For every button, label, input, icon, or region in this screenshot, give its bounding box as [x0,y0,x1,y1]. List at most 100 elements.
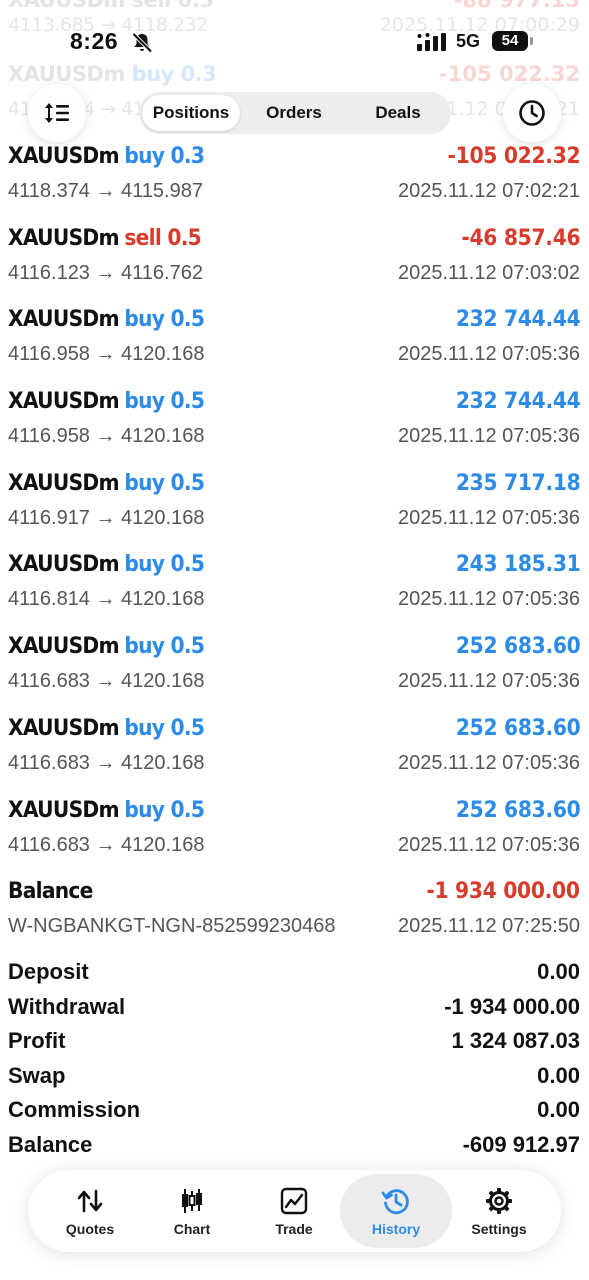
deal-time: 2025.11.12 07:05:36 [397,833,580,856]
summary-commission: Commission 0.00 [0,1095,589,1130]
tab-label: Chart [173,1221,211,1237]
bell-muted-icon [132,32,153,53]
tab-chart[interactable]: Chart [140,1170,244,1252]
deal-side: buy 0.3 [124,144,205,169]
signal-icon [417,33,446,51]
deal-prices: 4116.683 → 4120.168 [8,833,205,856]
summary-value: -1 934 000.00 [444,993,580,1019]
deal-side: buy 0.5 [124,307,205,333]
deal-prices: 4116.683 → 4120.168 [8,670,205,693]
tab-trade[interactable]: Trade [242,1170,346,1252]
deal-time: 2025.11.12 07:03:02 [397,261,580,284]
deal-symbol: XAUUSDm buy 0.5 [8,552,205,578]
status-time: 8:26 [70,28,119,54]
list-item[interactable]: XAUUSDm buy 0.3 -105 022.32 4118.374 → 41… [0,140,589,222]
deal-profit: 232 744.44 [455,307,580,333]
ghost-symbol: XAUUSDm sell 0.5 [8,0,214,12]
ghost-row: XAUUSDm buy 0.3 -105 022.32 [8,62,580,92]
deal-prices: 4116.958 → 4120.168 [8,343,205,366]
deal-side: buy 0.5 [124,634,205,660]
deal-symbol: XAUUSDm sell 0.5 [8,225,202,251]
deal-side: buy 0.5 [124,389,205,415]
list-item[interactable]: XAUUSDm buy 0.5 232 744.44 4116.958 → 412… [0,385,589,467]
tab-label: Quotes [65,1221,115,1237]
list-item[interactable]: XAUUSDm buy 0.5 252 683.60 4116.683 → 412… [0,794,589,876]
bottom-tab-bar: Quotes Chart Trade History Settings [28,1170,561,1252]
list-item[interactable]: XAUUSDm buy 0.5 243 185.31 4116.814 → 412… [0,548,589,630]
deal-side: buy 0.5 [124,470,205,496]
tab-positions[interactable]: Positions [142,95,240,131]
period-button[interactable] [503,84,561,142]
summary-value: 0.00 [537,1097,580,1123]
deal-profit: -46 857.46 [461,225,580,251]
summary-label: Deposit [8,959,89,984]
deal-profit: 243 185.31 [455,552,580,578]
sort-icon [45,103,69,123]
deal-symbol: Balance [8,879,93,905]
deal-time: 2025.11.12 07:05:36 [397,588,580,611]
network-type: 5G [456,31,481,51]
tab-history[interactable]: History [340,1174,452,1248]
deal-symbol: XAUUSDm buy 0.3 [8,144,205,169]
list-item[interactable]: XAUUSDm sell 0.5 -46 857.46 4116.123 → 41… [0,222,589,304]
tab-label: Trade [275,1221,313,1237]
deal-prices: 4116.814 → 4120.168 [8,588,205,611]
tab-quotes[interactable]: Quotes [38,1170,142,1252]
deal-profit: 252 683.60 [455,634,580,660]
summary-label: Swap [8,1062,66,1088]
deal-prices: 4116.123 → 4116.762 [8,261,203,284]
list-item-balance[interactable]: Balance -1 934 000.00 W-NGBANKGT-NGN-852… [0,875,589,957]
summary-value: 0.00 [537,959,580,984]
deal-time: 2025.11.12 07:05:36 [397,343,580,366]
deal-time: 2025.11.12 07:05:36 [397,751,580,774]
list-item[interactable]: XAUUSDm buy 0.5 232 744.44 4116.958 → 412… [0,303,589,385]
history-icon [381,1189,409,1215]
deal-comment: W-NGBANKGT-NGN-852599230468 [8,915,336,938]
trade-icon [280,1187,308,1215]
deal-side: sell 0.5 [124,225,202,251]
clock-icon [519,100,545,126]
battery-level: 54 [492,31,528,51]
battery-cap [530,37,533,45]
deal-time: 2025.11.12 07:05:36 [397,670,580,693]
sort-button[interactable] [28,84,86,142]
deal-profit: 252 683.60 [455,715,580,741]
deal-prices: 4116.917 → 4120.168 [8,506,205,529]
summary-profit: Profit 1 324 087.03 [0,1026,589,1061]
deal-prices: 4116.958 → 4120.168 [8,425,205,448]
deal-profit: -1 934 000.00 [426,879,581,905]
list-item[interactable]: XAUUSDm buy 0.5 235 717.18 4116.917 → 412… [0,467,589,549]
history-segmented-control: Positions Orders Deals [139,92,451,134]
ghost-profit: -88 977.13 [453,0,580,12]
deal-symbol: XAUUSDm buy 0.5 [8,634,205,660]
history-summary: Deposit 0.00 Withdrawal -1 934 000.00 Pr… [0,957,589,1165]
deal-side: buy 0.5 [124,552,205,578]
summary-value: 1 324 087.03 [451,1028,580,1054]
status-bar: 8:26 5G 54 [0,26,589,60]
summary-label: Withdrawal [8,993,126,1019]
summary-swap: Swap 0.00 [0,1061,589,1096]
list-item[interactable]: XAUUSDm buy 0.5 252 683.60 4116.683 → 412… [0,712,589,794]
summary-value: -609 912.97 [462,1131,580,1157]
summary-label: Commission [8,1097,141,1123]
quotes-icon [77,1189,103,1213]
deal-symbol: XAUUSDm buy 0.5 [8,307,205,333]
deal-profit: 235 717.18 [455,470,580,496]
deal-prices: 4116.683 → 4120.168 [8,751,205,774]
tab-label: Settings [471,1221,527,1237]
gear-icon [486,1188,512,1214]
summary-balance: Balance -609 912.97 [0,1130,589,1165]
summary-withdrawal: Withdrawal -1 934 000.00 [0,992,589,1027]
tab-deals[interactable]: Deals [349,92,447,134]
deal-side: buy 0.5 [124,715,205,741]
deal-profit: 252 683.60 [455,797,580,823]
tab-orders[interactable]: Orders [245,92,343,134]
ghost-symbol: XAUUSDm buy 0.3 [8,62,217,86]
list-item[interactable]: XAUUSDm buy 0.5 252 683.60 4116.683 → 412… [0,630,589,712]
tab-label: History [371,1221,421,1237]
deal-time: 2025.11.12 07:25:50 [397,915,580,938]
tab-settings[interactable]: Settings [447,1170,551,1252]
deal-time: 2025.11.12 07:05:36 [397,506,580,529]
deal-side: buy 0.5 [124,797,205,823]
deal-symbol: XAUUSDm buy 0.5 [8,797,205,823]
